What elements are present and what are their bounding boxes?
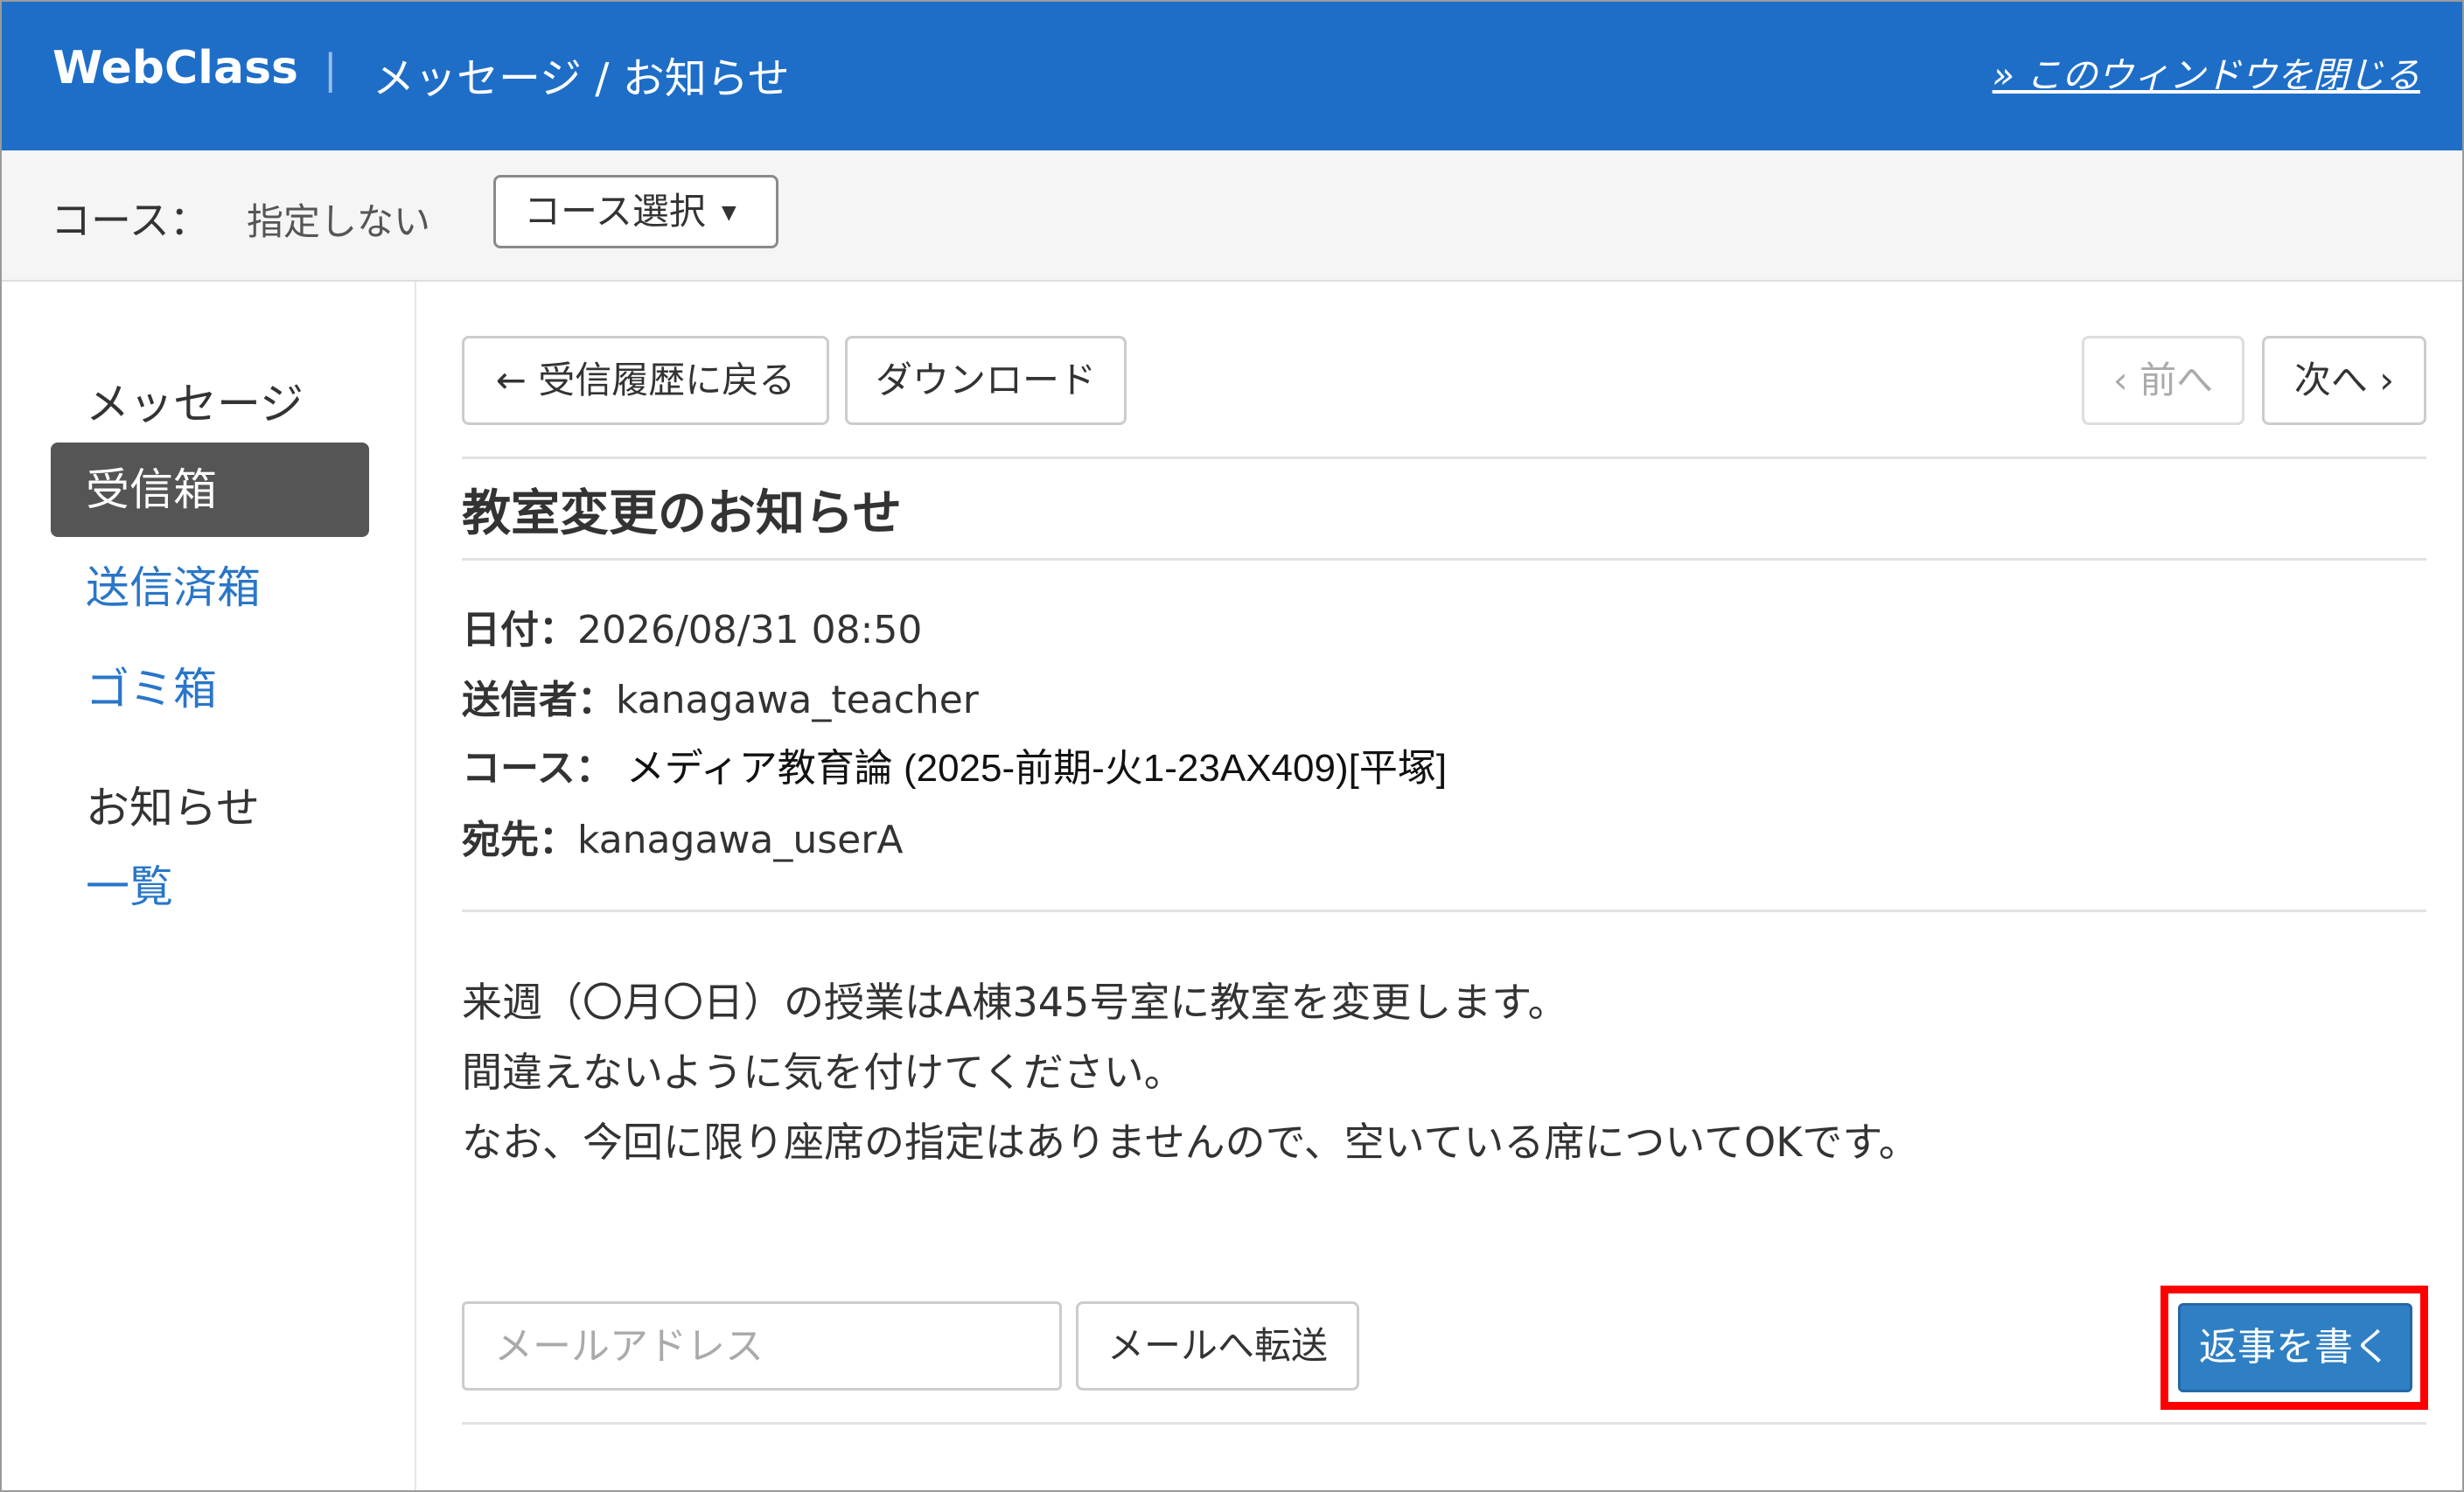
date-value: 2026/08/31 08:50 <box>577 608 923 652</box>
message-date: 日付：2026/08/31 08:50 <box>462 598 922 654</box>
prev-message-button[interactable]: ‹ 前へ <box>2082 336 2244 425</box>
message-subject: 教室変更のお知らせ <box>462 485 902 542</box>
header-separator: | <box>324 45 338 93</box>
course-bar: コース： 指定しない コース選択 ▼ <box>2 150 2462 282</box>
date-label: 日付： <box>462 608 577 652</box>
course-select-dropdown[interactable]: コース選択 ▼ <box>493 175 778 248</box>
message-course-value: メディア教育論 (2025-前期-火1-23AX409)[平塚] <box>625 747 1448 790</box>
divider <box>462 457 2426 459</box>
forward-to-email-button[interactable]: メールへ転送 <box>1076 1301 1359 1391</box>
email-address-input[interactable] <box>462 1301 1062 1391</box>
sidebar-heading-notices: お知らせ <box>86 783 260 833</box>
course-label: コース： <box>51 197 210 244</box>
divider <box>462 558 2426 561</box>
caret-down-icon: ▼ <box>721 202 736 224</box>
course-value: 指定しない <box>247 200 431 243</box>
sidebar-item-sent[interactable]: 送信済箱 <box>51 540 369 635</box>
next-message-button[interactable]: 次へ › <box>2262 336 2426 425</box>
message-body-line: 間違えないように気を付けてください。 <box>462 1049 1184 1096</box>
recipient-label: 宛先： <box>462 818 577 862</box>
message-course: コース： メディア教育論 (2025-前期-火1-23AX409)[平塚] <box>462 736 1447 792</box>
sidebar-item-inbox[interactable]: 受信箱 <box>51 443 369 537</box>
message-sender: 送信者：kanagawa_teacher <box>462 668 979 724</box>
sidebar-item-notice-list[interactable]: 一覧 <box>51 840 369 934</box>
app-window: WebClass | メッセージ / お知らせ » このウィンドウを閉じる コー… <box>0 0 2464 1492</box>
brand-logo: WebClass <box>52 42 298 94</box>
close-window-link[interactable]: » このウィンドウを閉じる <box>1993 45 2420 98</box>
sender-label: 送信者： <box>462 678 616 722</box>
page-title: メッセージ / お知らせ <box>373 54 790 103</box>
sidebar: メッセージ 受信箱 送信済箱 ゴミ箱 お知らせ 一覧 <box>2 282 416 1490</box>
download-button[interactable]: ダウンロード <box>845 336 1127 425</box>
divider <box>462 910 2426 912</box>
sidebar-item-trash[interactable]: ゴミ箱 <box>51 642 369 736</box>
sender-value: kanagawa_teacher <box>616 678 979 722</box>
header-bar: WebClass | メッセージ / お知らせ » このウィンドウを閉じる <box>2 2 2462 150</box>
message-body-line: なお、今回に限り座席の指定はありませんので、空いている席についてOKです。 <box>462 1119 1919 1166</box>
back-to-inbox-button[interactable]: ← 受信履歴に戻る <box>462 336 829 425</box>
message-recipient: 宛先：kanagawa_userA <box>462 808 903 864</box>
message-body-line: 来週（〇月〇日）の授業はA棟345号室に教室を変更します。 <box>462 979 1568 1026</box>
course-select-label: コース選択 <box>524 190 706 233</box>
sidebar-heading-messages: メッセージ <box>86 379 304 429</box>
recipient-value: kanagawa_userA <box>577 818 904 862</box>
message-course-label: コース： <box>462 746 614 791</box>
reply-button[interactable]: 返事を書く <box>2178 1303 2412 1392</box>
divider <box>462 1422 2426 1425</box>
